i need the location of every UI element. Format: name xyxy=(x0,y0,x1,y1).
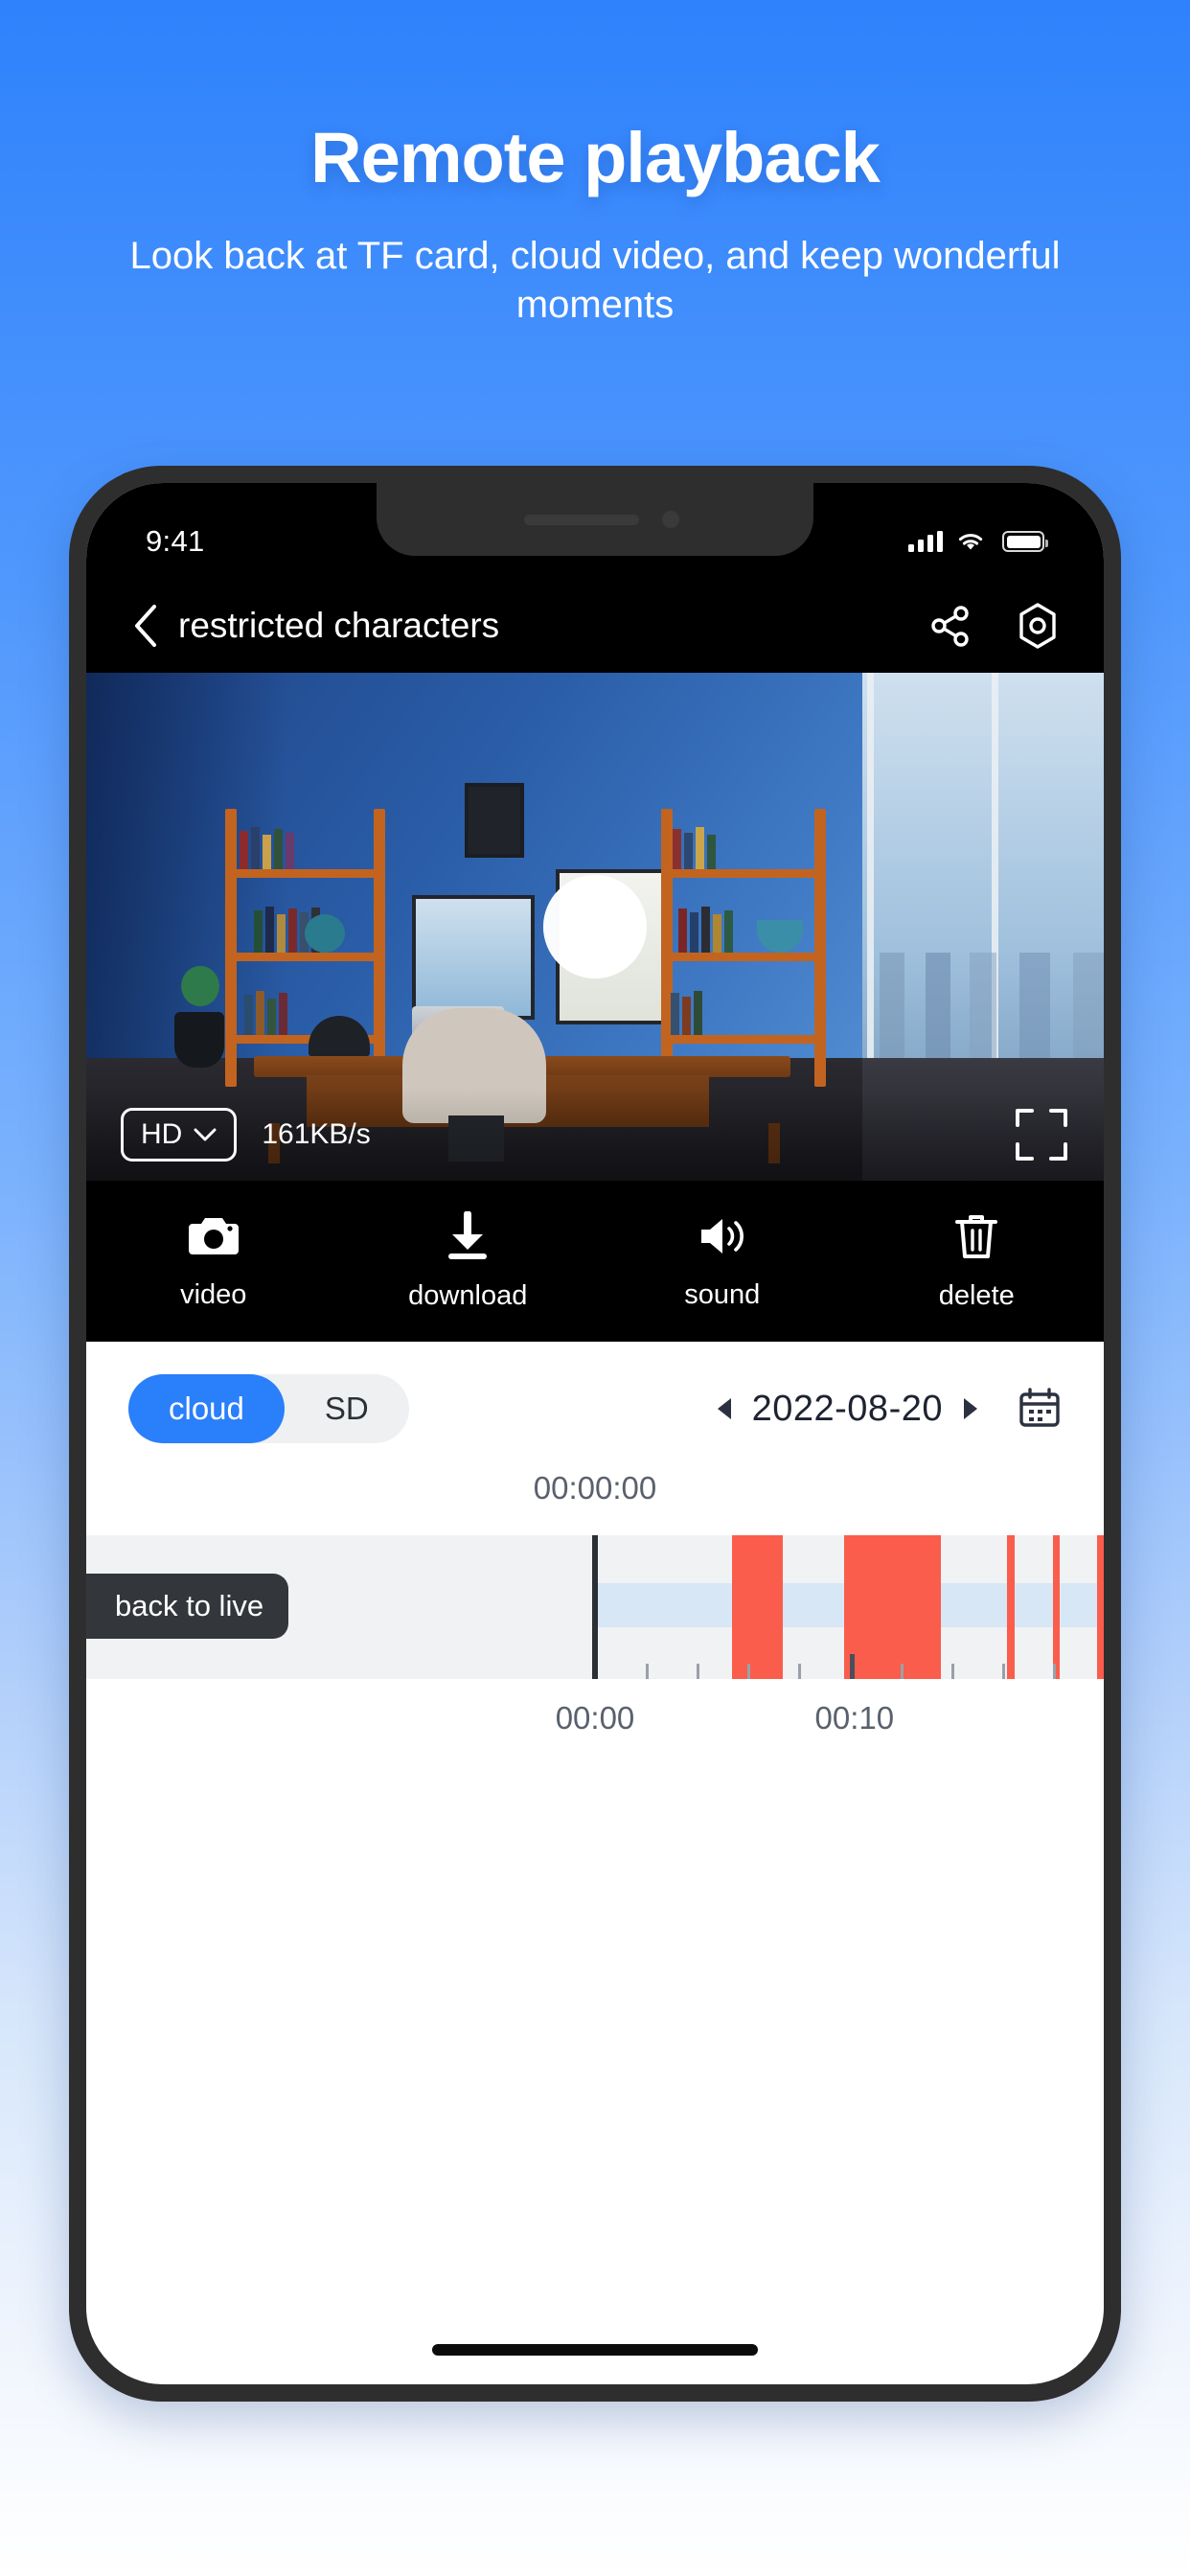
books-left-1 xyxy=(240,826,294,869)
tick xyxy=(747,1664,751,1679)
axis-label: 00:10 xyxy=(814,1700,895,1736)
phone-screen: 9:41 restricted characters HD 161KB/s vi… xyxy=(86,483,1104,2384)
media-toolbar: video download sound delete xyxy=(86,1181,1104,1342)
shelf-right-board3 xyxy=(661,1035,826,1044)
chevron-left-icon xyxy=(135,605,156,647)
video-player[interactable]: HD 161KB/s xyxy=(86,673,1104,1181)
speaker-icon xyxy=(700,1218,744,1254)
current-time-label: 00:00:00 xyxy=(533,1470,657,1506)
play-button-icon xyxy=(543,875,647,978)
wall-frame-landscape xyxy=(412,895,535,1020)
books-right-2 xyxy=(678,905,733,953)
phone-frame: 9:41 restricted characters HD 161KB/s vi… xyxy=(69,466,1121,2402)
tick xyxy=(1001,1664,1005,1679)
tick-major xyxy=(849,1654,855,1679)
toolbar-item-sound[interactable]: sound xyxy=(595,1212,850,1311)
download-icon xyxy=(448,1210,488,1259)
status-time: 9:41 xyxy=(146,524,205,558)
tick xyxy=(798,1664,802,1679)
segment-sd[interactable]: SD xyxy=(285,1374,409,1443)
timeline-playhead[interactable] xyxy=(592,1535,598,1679)
books-right-3 xyxy=(671,989,702,1035)
toolbar-item-delete[interactable]: delete xyxy=(850,1211,1105,1312)
wall-frame-small xyxy=(465,783,524,858)
nav-bar: restricted characters xyxy=(86,579,1104,673)
date-navigator: 2022-08-20 xyxy=(717,1387,1062,1431)
plant-pot xyxy=(174,1012,224,1068)
timeline-track[interactable]: back to live xyxy=(86,1535,1104,1679)
city-skyline xyxy=(862,953,1104,1058)
shelf-left-board2 xyxy=(225,953,385,961)
trash-icon xyxy=(955,1214,998,1258)
toolbar-label: delete xyxy=(938,1279,1015,1311)
shelf-right-board1 xyxy=(661,869,826,878)
tick xyxy=(950,1664,954,1679)
shelf-right-post xyxy=(661,809,673,1087)
toolbar-label: sound xyxy=(684,1278,761,1310)
battery-icon xyxy=(1002,531,1048,552)
phone-mockup: 9:41 restricted characters HD 161KB/s vi… xyxy=(69,466,1121,2402)
nav-actions xyxy=(927,602,1062,650)
current-time-row: 00:00:00 xyxy=(86,1443,1104,1535)
camera-icon xyxy=(188,1217,239,1254)
fullscreen-icon xyxy=(1016,1109,1067,1161)
wifi-icon xyxy=(958,534,983,550)
books-right-1 xyxy=(673,826,716,869)
share-icon[interactable] xyxy=(927,603,973,649)
back-to-live-button[interactable]: back to live xyxy=(86,1574,289,1639)
axis-label: 00:00 xyxy=(555,1700,635,1736)
play-triangle xyxy=(581,904,617,950)
phone-notch xyxy=(377,483,813,556)
tick xyxy=(697,1664,700,1679)
page-title: Remote playback xyxy=(310,118,881,197)
shelf-left-board1 xyxy=(225,869,385,878)
toolbar-label: download xyxy=(408,1279,528,1311)
timeline-axis: 00:00 00:10 xyxy=(86,1679,1104,1784)
home-indicator xyxy=(432,2344,758,2356)
tick xyxy=(900,1664,904,1679)
play-button[interactable] xyxy=(543,875,647,978)
shelf-right-post2 xyxy=(814,809,826,1087)
books-left-3 xyxy=(244,989,287,1035)
page-subtitle: Look back at TF card, cloud video, and k… xyxy=(129,235,1061,327)
earpiece-speaker xyxy=(524,514,639,525)
selected-date: 2022-08-20 xyxy=(751,1388,943,1429)
hero-banner: Remote playback Look back at TF card, cl… xyxy=(0,0,1190,330)
tick xyxy=(646,1664,650,1679)
shelf-left-post2 xyxy=(374,809,385,1087)
playback-controls-row: cloud SD 2022-08-20 xyxy=(86,1342,1104,1443)
shelf-left-post xyxy=(225,809,237,1087)
plant-leaves xyxy=(169,953,232,1020)
fullscreen-button[interactable] xyxy=(1014,1107,1069,1162)
calendar-icon xyxy=(1019,1388,1060,1427)
previous-day-button[interactable] xyxy=(717,1398,731,1419)
next-day-button[interactable] xyxy=(964,1398,977,1419)
source-segmented-control: cloud SD xyxy=(128,1374,409,1443)
shelf-vase xyxy=(305,914,345,953)
segment-cloud[interactable]: cloud xyxy=(128,1374,285,1443)
tick xyxy=(1052,1664,1056,1679)
video-bottom-overlay: HD 161KB/s xyxy=(86,1089,1104,1181)
bitrate-label: 161KB/s xyxy=(262,1118,371,1150)
cellular-signal-icon xyxy=(908,531,943,552)
calendar-button[interactable] xyxy=(1018,1387,1062,1431)
chevron-down-icon xyxy=(194,1128,217,1141)
back-button[interactable] xyxy=(119,599,172,653)
front-camera xyxy=(662,511,679,528)
toolbar-item-download[interactable]: download xyxy=(341,1210,596,1312)
quality-label: HD xyxy=(141,1118,183,1150)
toolbar-item-video[interactable]: video xyxy=(86,1212,341,1311)
hexagon-settings-icon[interactable] xyxy=(1014,602,1062,650)
toolbar-label: video xyxy=(180,1278,247,1310)
nav-title: restricted characters xyxy=(178,606,500,645)
playback-panel: cloud SD 2022-08-20 00:00:00 back to liv… xyxy=(86,1342,1104,1784)
shelf-right-board2 xyxy=(661,953,826,961)
status-icons xyxy=(908,531,1048,552)
quality-selector[interactable]: HD xyxy=(121,1108,238,1162)
